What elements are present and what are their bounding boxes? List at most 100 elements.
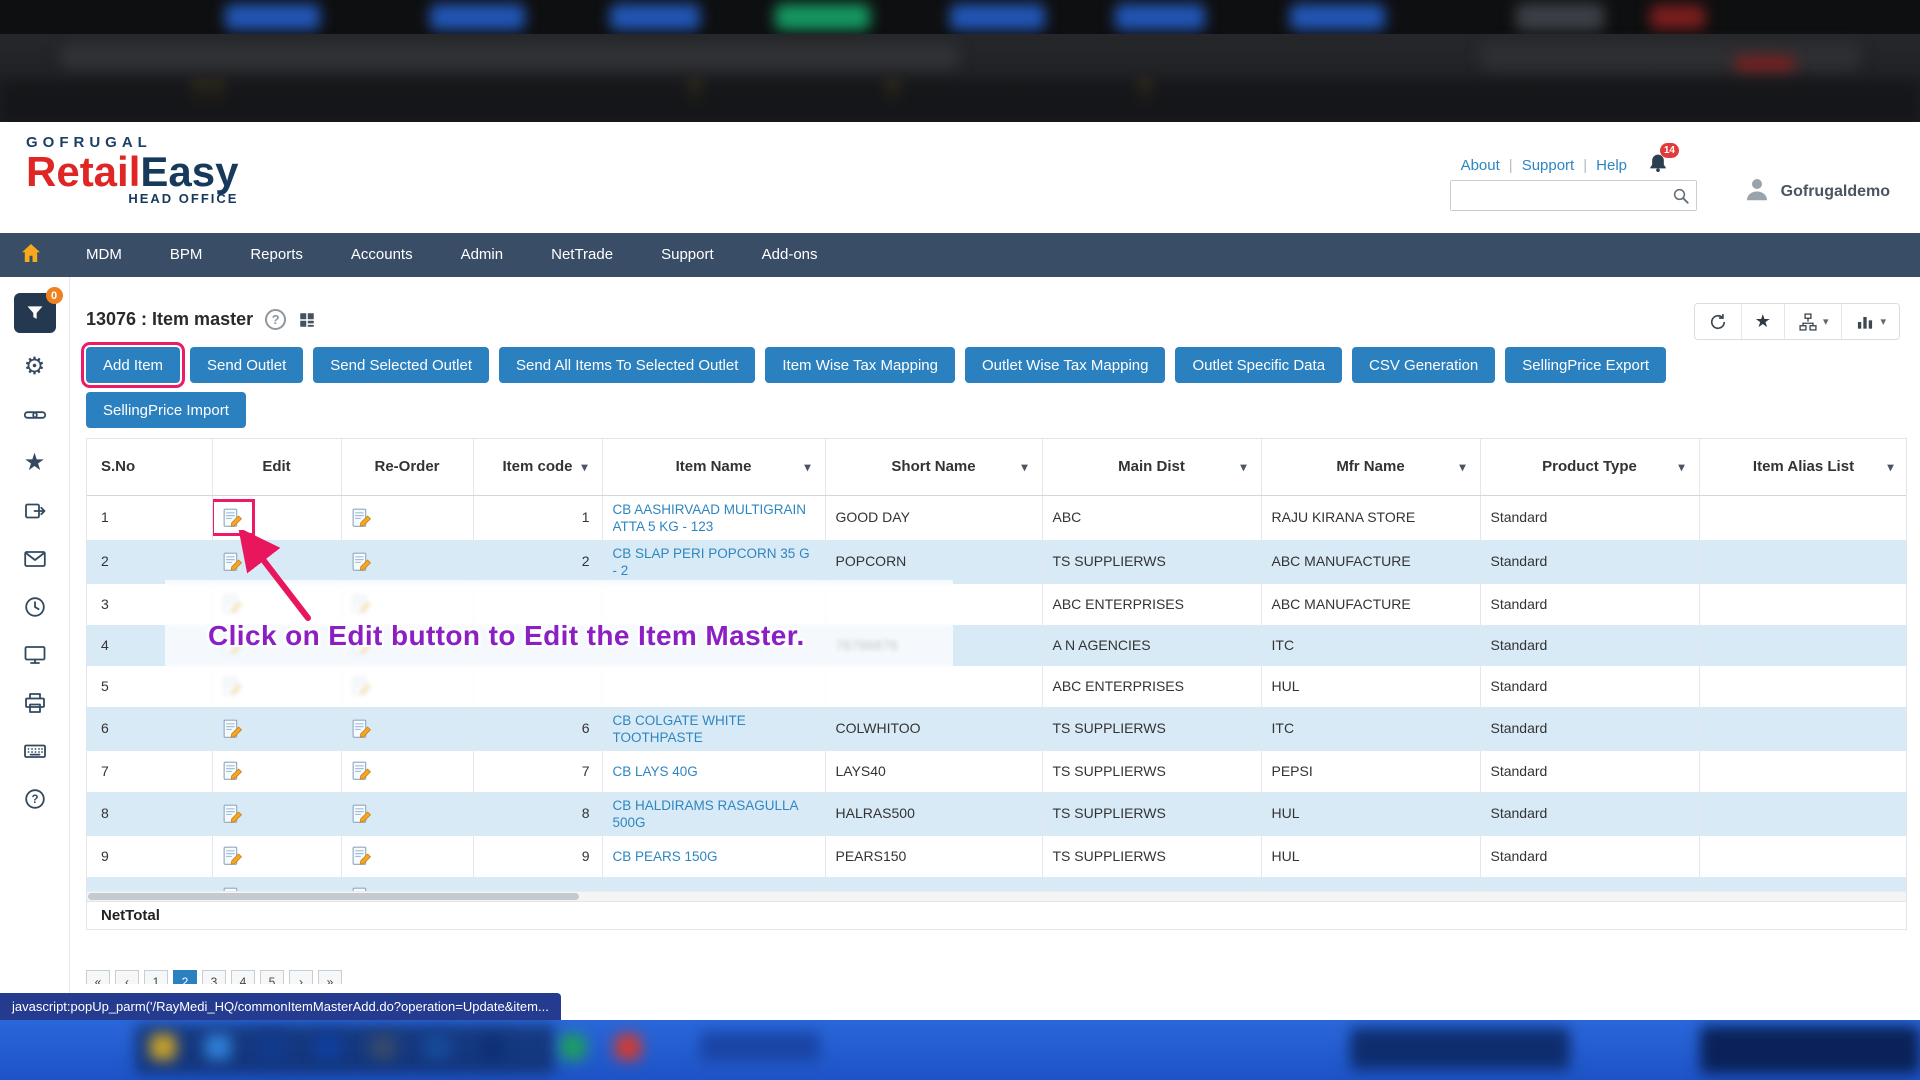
favorite-button[interactable]: ★	[1741, 304, 1784, 339]
send-all-items-to-selected-outlet-button[interactable]: Send All Items To Selected Outlet	[499, 347, 755, 383]
table-row: 1 1 CB AASHIRVAAD MULTIGRAIN ATTA 5 KG -…	[87, 495, 1907, 540]
cell-item-alias	[1699, 836, 1907, 877]
page-button-4[interactable]: 4	[231, 970, 255, 984]
blur-blob	[1350, 1028, 1570, 1070]
col-header-item-name[interactable]: Item Name▾	[602, 439, 825, 495]
chart-button[interactable]: ▾	[1841, 304, 1899, 339]
grid-icon[interactable]	[298, 311, 316, 329]
cell-mfr-name: ABC MANUFACTURE	[1261, 540, 1480, 584]
page-button-3[interactable]: 3	[202, 970, 226, 984]
keyboard-icon[interactable]	[21, 737, 49, 765]
col-header-s-no[interactable]: S.No	[87, 439, 212, 495]
cell-short-name: INDGATE1KG	[825, 877, 1042, 892]
outlet-specific-data-button[interactable]: Outlet Specific Data	[1175, 347, 1342, 383]
page-title: 13076 : Item master	[86, 309, 253, 330]
sort-caret-icon[interactable]: ▾	[1021, 460, 1027, 474]
cell-mfr-name: HUL	[1261, 836, 1480, 877]
help-link[interactable]: Help	[1596, 157, 1627, 174]
nav-add-ons[interactable]: Add-ons	[738, 233, 842, 277]
sellingprice-export-button[interactable]: SellingPrice Export	[1505, 347, 1666, 383]
page-button-nav[interactable]: ‹	[115, 970, 139, 984]
item-wise-tax-mapping-button[interactable]: Item Wise Tax Mapping	[765, 347, 955, 383]
reorder-icon[interactable]	[352, 508, 372, 528]
page-button-2[interactable]: 2	[173, 970, 197, 984]
cell-product-type: Standard	[1480, 666, 1699, 707]
col-header-label: Item code	[502, 458, 572, 475]
send-icon[interactable]	[21, 497, 49, 525]
reorder-icon[interactable]	[352, 719, 372, 739]
clock-icon[interactable]	[21, 593, 49, 621]
item-name-link[interactable]: CB PEARS 150G	[613, 848, 815, 865]
page-button-nav[interactable]: «	[86, 970, 110, 984]
nav-admin[interactable]: Admin	[437, 233, 528, 277]
send-selected-outlet-button[interactable]: Send Selected Outlet	[313, 347, 489, 383]
page-button-nav[interactable]: ›	[289, 970, 313, 984]
sort-caret-icon[interactable]: ▾	[804, 460, 810, 474]
link-icon[interactable]	[21, 401, 49, 429]
monitor-icon[interactable]	[21, 641, 49, 669]
add-item-button[interactable]: Add Item	[86, 347, 180, 383]
horizontal-scrollbar[interactable]	[86, 891, 1907, 902]
edit-icon[interactable]	[223, 761, 243, 781]
sellingprice-import-button[interactable]: SellingPrice Import	[86, 392, 246, 428]
edit-icon[interactable]	[223, 719, 243, 739]
sort-caret-icon[interactable]: ▾	[1240, 460, 1246, 474]
star-icon[interactable]: ★	[21, 449, 49, 477]
edit-icon[interactable]	[223, 508, 243, 528]
search-icon[interactable]	[1672, 187, 1696, 205]
page-button-5[interactable]: 5	[260, 970, 284, 984]
hierarchy-button[interactable]: ▾	[1784, 304, 1842, 339]
col-header-main-dist[interactable]: Main Dist▾	[1042, 439, 1261, 495]
edit-icon[interactable]	[223, 846, 243, 866]
csv-generation-button[interactable]: CSV Generation	[1352, 347, 1495, 383]
reorder-icon[interactable]	[352, 846, 372, 866]
cell-sno: 7	[87, 751, 212, 792]
help-icon[interactable]: ?	[265, 309, 286, 330]
nav-nettrade[interactable]: NetTrade	[527, 233, 637, 277]
nav-mdm[interactable]: MDM	[62, 233, 146, 277]
item-name-link[interactable]: CB SLAP PERI POPCORN 35 G - 2	[613, 545, 815, 579]
gear-icon[interactable]: ⚙	[21, 353, 49, 381]
item-name-link[interactable]: CB AASHIRVAAD MULTIGRAIN ATTA 5 KG - 123	[613, 501, 815, 535]
reorder-icon[interactable]	[352, 804, 372, 824]
reorder-icon[interactable]	[352, 761, 372, 781]
user-menu[interactable]: Gofrugaldemo	[1742, 174, 1890, 209]
scrollbar-thumb[interactable]	[88, 893, 579, 900]
filter-icon[interactable]: 0	[14, 293, 56, 333]
printer-icon[interactable]	[21, 689, 49, 717]
col-header-short-name[interactable]: Short Name▾	[825, 439, 1042, 495]
outlet-wise-tax-mapping-button[interactable]: Outlet Wise Tax Mapping	[965, 347, 1165, 383]
nav-reports[interactable]: Reports	[226, 233, 327, 277]
sort-caret-icon[interactable]: ▾	[1459, 460, 1465, 474]
refresh-button[interactable]	[1695, 304, 1741, 339]
home-tab[interactable]	[0, 233, 62, 277]
notification-bell-icon[interactable]: 14	[1648, 152, 1668, 178]
col-header-item-code[interactable]: Item code ▾	[473, 439, 602, 495]
sort-caret-icon[interactable]: ▾	[581, 460, 587, 474]
col-header-label: S.No	[101, 458, 135, 475]
col-header-item-alias-list[interactable]: Item Alias List▾	[1699, 439, 1907, 495]
send-outlet-button[interactable]: Send Outlet	[190, 347, 303, 383]
col-header-edit[interactable]: Edit	[212, 439, 341, 495]
search-input[interactable]	[1451, 181, 1672, 210]
edit-icon[interactable]	[223, 804, 243, 824]
item-name-link[interactable]: CB LAYS 40G	[613, 763, 815, 780]
page-button-1[interactable]: 1	[144, 970, 168, 984]
item-name-link[interactable]: CB COLGATE WHITE TOOTHPASTE	[613, 712, 815, 746]
reorder-icon[interactable]	[352, 552, 372, 572]
col-header-product-type[interactable]: Product Type▾	[1480, 439, 1699, 495]
sort-caret-icon[interactable]: ▾	[1678, 460, 1684, 474]
sort-caret-icon[interactable]: ▾	[1887, 460, 1893, 474]
item-name-link[interactable]: CB HALDIRAMS RASAGULLA 500G	[613, 797, 815, 831]
col-header-re-order[interactable]: Re-Order	[341, 439, 473, 495]
about-link[interactable]: About	[1461, 157, 1500, 174]
nav-bpm[interactable]: BPM	[146, 233, 227, 277]
support-link[interactable]: Support	[1522, 157, 1575, 174]
mail-icon[interactable]	[21, 545, 49, 573]
nav-accounts[interactable]: Accounts	[327, 233, 437, 277]
nav-support[interactable]: Support	[637, 233, 738, 277]
page-button-nav[interactable]: »	[318, 970, 342, 984]
help-icon[interactable]: ?	[21, 785, 49, 813]
col-header-mfr-name[interactable]: Mfr Name▾	[1261, 439, 1480, 495]
retaileasy-logo[interactable]: GOFRUGAL RetailEasy HEAD OFFICE	[26, 134, 238, 206]
